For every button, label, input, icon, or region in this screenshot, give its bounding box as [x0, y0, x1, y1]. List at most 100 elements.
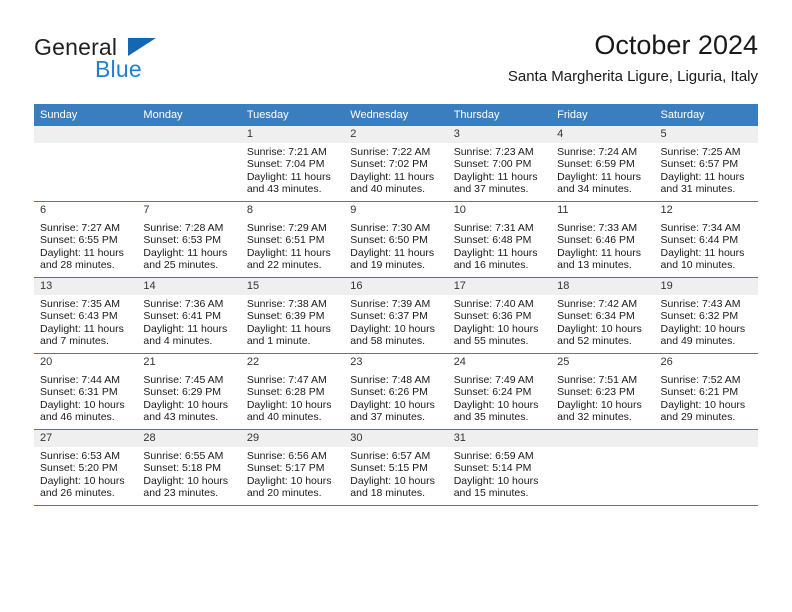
calendar-day-cell[interactable]: 4 Sunrise: 7:24 AM Sunset: 6:59 PM Daylight…: [551, 126, 655, 202]
daylight-duration-line2: and 49 minutes.: [660, 335, 736, 348]
day-number: 15: [240, 278, 345, 295]
day-number: 26: [654, 354, 758, 371]
day-details: Sunrise: 7:36 AM Sunset: 6:41 PM Daylight:…: [137, 295, 240, 348]
weekday-header-tuesday: Tuesday: [240, 104, 345, 126]
sunrise-time: Sunrise: 7:40 AM: [453, 298, 534, 310]
sunset-time: Sunset: 7:04 PM: [246, 158, 325, 171]
calendar-day-cell[interactable]: 3 Sunrise: 7:23 AM Sunset: 7:00 PM Daylight…: [447, 126, 552, 202]
daylight-duration-line1: Daylight: 10 hours: [246, 474, 332, 487]
daylight-duration-line2: and 18 minutes.: [350, 487, 425, 500]
calendar-cell-empty: [551, 430, 655, 506]
calendar-cell-inner: 3 Sunrise: 7:23 AM Sunset: 7:00 PM Daylight…: [447, 126, 552, 202]
calendar-day-cell[interactable]: 1 Sunrise: 7:21 AM Sunset: 7:04 PM Daylight…: [240, 126, 345, 202]
sunrise-time: Sunrise: 7:47 AM: [246, 374, 327, 386]
daylight-duration-line1: Daylight: 11 hours: [660, 246, 745, 259]
calendar-day-cell[interactable]: 2 Sunrise: 7:22 AM Sunset: 7:02 PM Daylight…: [344, 126, 448, 202]
calendar-page: General Blue October 2024 Santa Margheri…: [0, 0, 792, 612]
daylight-duration-line1: Daylight: 11 hours: [350, 246, 435, 259]
sunset-time: Sunset: 7:02 PM: [350, 158, 428, 171]
calendar-cell-inner: 16 Sunrise: 7:39 AM Sunset: 6:37 PM Dayligh…: [344, 278, 448, 354]
sunrise-time: Sunrise: 7:29 AM: [246, 222, 327, 234]
calendar-day-cell[interactable]: 30 Sunrise: 6:57 AM Sunset: 5:15 PM Dayligh…: [344, 430, 448, 506]
calendar-week-row: 6 Sunrise: 7:27 AM Sunset: 6:55 PM Daylight…: [34, 202, 758, 278]
day-number: 13: [34, 278, 138, 295]
calendar-day-cell[interactable]: 15 Sunrise: 7:38 AM Sunset: 6:39 PM Dayligh…: [240, 278, 345, 354]
calendar-day-cell[interactable]: 26 Sunrise: 7:52 AM Sunset: 6:21 PM Dayligh…: [654, 354, 758, 430]
calendar-day-cell[interactable]: 19 Sunrise: 7:43 AM Sunset: 6:32 PM Dayligh…: [654, 278, 758, 354]
sunrise-time: Sunrise: 7:27 AM: [40, 222, 120, 234]
sunrise-time: Sunrise: 7:34 AM: [660, 222, 741, 234]
daylight-duration-line1: Daylight: 11 hours: [40, 322, 124, 335]
daylight-duration-line2: and 13 minutes.: [557, 259, 632, 272]
day-number: 14: [137, 278, 241, 295]
daylight-duration-line2: and 31 minutes.: [660, 183, 736, 196]
calendar-cell-inner: [654, 430, 758, 506]
weekday-header-friday: Friday: [551, 104, 655, 126]
sunset-time: Sunset: 5:17 PM: [246, 462, 325, 475]
sunrise-time: Sunrise: 7:42 AM: [557, 298, 638, 310]
calendar-day-cell[interactable]: 12 Sunrise: 7:34 AM Sunset: 6:44 PM Dayligh…: [654, 202, 758, 278]
daylight-duration-line1: Daylight: 10 hours: [453, 474, 539, 487]
sunrise-time: Sunrise: 7:52 AM: [660, 374, 741, 386]
sunset-time: Sunset: 6:21 PM: [660, 386, 739, 399]
calendar-body: 1 Sunrise: 7:21 AM Sunset: 7:04 PM Daylight…: [34, 126, 758, 506]
day-number: 11: [551, 202, 655, 219]
calendar-day-cell[interactable]: 24 Sunrise: 7:49 AM Sunset: 6:24 PM Dayligh…: [447, 354, 552, 430]
daylight-duration-line1: Daylight: 10 hours: [40, 398, 125, 411]
day-number: 25: [551, 354, 655, 371]
calendar-week-row: 1 Sunrise: 7:21 AM Sunset: 7:04 PM Daylight…: [34, 126, 758, 202]
calendar-day-cell[interactable]: 23 Sunrise: 7:48 AM Sunset: 6:26 PM Dayligh…: [344, 354, 448, 430]
calendar-day-cell[interactable]: 16 Sunrise: 7:39 AM Sunset: 6:37 PM Dayligh…: [344, 278, 448, 354]
day-details: Sunrise: 7:38 AM Sunset: 6:39 PM Daylight:…: [241, 295, 344, 348]
day-details: Sunrise: 7:28 AM Sunset: 6:53 PM Daylight:…: [137, 219, 240, 272]
daylight-duration-line1: Daylight: 10 hours: [350, 474, 435, 487]
calendar-day-cell[interactable]: 31 Sunrise: 6:59 AM Sunset: 5:14 PM Dayligh…: [447, 430, 552, 506]
daylight-duration-line1: Daylight: 10 hours: [557, 322, 642, 335]
daylight-duration-line2: and 43 minutes.: [246, 183, 322, 196]
daylight-duration-line2: and 37 minutes.: [453, 183, 529, 196]
calendar-day-cell[interactable]: 5 Sunrise: 7:25 AM Sunset: 6:57 PM Daylight…: [654, 126, 758, 202]
page-subtitle: Santa Margherita Ligure, Liguria, Italy: [507, 68, 758, 85]
calendar-day-cell[interactable]: 8 Sunrise: 7:29 AM Sunset: 6:51 PM Daylight…: [240, 202, 345, 278]
generalblue-logo[interactable]: General Blue: [34, 34, 224, 90]
page-title: October 2024: [594, 30, 758, 60]
calendar-day-cell[interactable]: 7 Sunrise: 7:28 AM Sunset: 6:53 PM Daylight…: [137, 202, 241, 278]
sunset-time: Sunset: 6:31 PM: [40, 386, 118, 399]
calendar-cell-inner: 18 Sunrise: 7:42 AM Sunset: 6:34 PM Dayligh…: [551, 278, 655, 354]
calendar-day-cell[interactable]: 17 Sunrise: 7:40 AM Sunset: 6:36 PM Dayligh…: [447, 278, 552, 354]
calendar-day-cell[interactable]: 22 Sunrise: 7:47 AM Sunset: 6:28 PM Dayligh…: [240, 354, 345, 430]
sunset-time: Sunset: 6:44 PM: [660, 234, 739, 247]
calendar-day-cell[interactable]: 27 Sunrise: 6:53 AM Sunset: 5:20 PM Dayligh…: [34, 430, 138, 506]
calendar-day-cell[interactable]: 29 Sunrise: 6:56 AM Sunset: 5:17 PM Dayligh…: [240, 430, 345, 506]
calendar-day-cell[interactable]: 11 Sunrise: 7:33 AM Sunset: 6:46 PM Dayligh…: [551, 202, 655, 278]
daylight-duration-line1: Daylight: 11 hours: [246, 170, 331, 183]
calendar-day-cell[interactable]: 10 Sunrise: 7:31 AM Sunset: 6:48 PM Dayligh…: [447, 202, 552, 278]
calendar-day-cell[interactable]: 20 Sunrise: 7:44 AM Sunset: 6:31 PM Dayligh…: [34, 354, 138, 430]
weekday-header-wednesday: Wednesday: [344, 104, 448, 126]
calendar-day-cell[interactable]: 18 Sunrise: 7:42 AM Sunset: 6:34 PM Dayligh…: [551, 278, 655, 354]
calendar-day-cell[interactable]: 21 Sunrise: 7:45 AM Sunset: 6:29 PM Dayligh…: [137, 354, 241, 430]
calendar-day-cell[interactable]: 13 Sunrise: 7:35 AM Sunset: 6:43 PM Dayligh…: [34, 278, 138, 354]
calendar-day-cell[interactable]: 9 Sunrise: 7:30 AM Sunset: 6:50 PM Daylight…: [344, 202, 448, 278]
day-details: Sunrise: 7:52 AM Sunset: 6:21 PM Daylight:…: [655, 371, 758, 424]
calendar-day-cell[interactable]: 6 Sunrise: 7:27 AM Sunset: 6:55 PM Daylight…: [34, 202, 138, 278]
day-number: 7: [137, 202, 241, 219]
calendar-cell-inner: 13 Sunrise: 7:35 AM Sunset: 6:43 PM Dayligh…: [34, 278, 138, 354]
calendar-day-cell[interactable]: 28 Sunrise: 6:55 AM Sunset: 5:18 PM Dayligh…: [137, 430, 241, 506]
day-number: [137, 126, 241, 143]
day-number: 27: [34, 430, 138, 447]
day-number: 6: [34, 202, 138, 219]
day-details: Sunrise: 7:48 AM Sunset: 6:26 PM Daylight:…: [344, 371, 447, 424]
day-details: Sunrise: 7:44 AM Sunset: 6:31 PM Daylight:…: [34, 371, 137, 424]
calendar-day-cell[interactable]: 14 Sunrise: 7:36 AM Sunset: 6:41 PM Dayligh…: [137, 278, 241, 354]
day-number: 28: [137, 430, 241, 447]
calendar-cell-inner: 22 Sunrise: 7:47 AM Sunset: 6:28 PM Dayligh…: [240, 354, 345, 430]
sunrise-time: Sunrise: 6:57 AM: [350, 450, 431, 462]
day-details: Sunrise: 7:31 AM Sunset: 6:48 PM Daylight:…: [448, 219, 551, 272]
calendar-cell-inner: 15 Sunrise: 7:38 AM Sunset: 6:39 PM Dayligh…: [240, 278, 345, 354]
daylight-duration-line2: and 40 minutes.: [246, 411, 322, 424]
day-number: 3: [447, 126, 552, 143]
day-details: Sunrise: 6:57 AM Sunset: 5:15 PM Daylight:…: [344, 447, 447, 500]
daylight-duration-line1: Daylight: 10 hours: [143, 398, 229, 411]
calendar-day-cell[interactable]: 25 Sunrise: 7:51 AM Sunset: 6:23 PM Dayligh…: [551, 354, 655, 430]
